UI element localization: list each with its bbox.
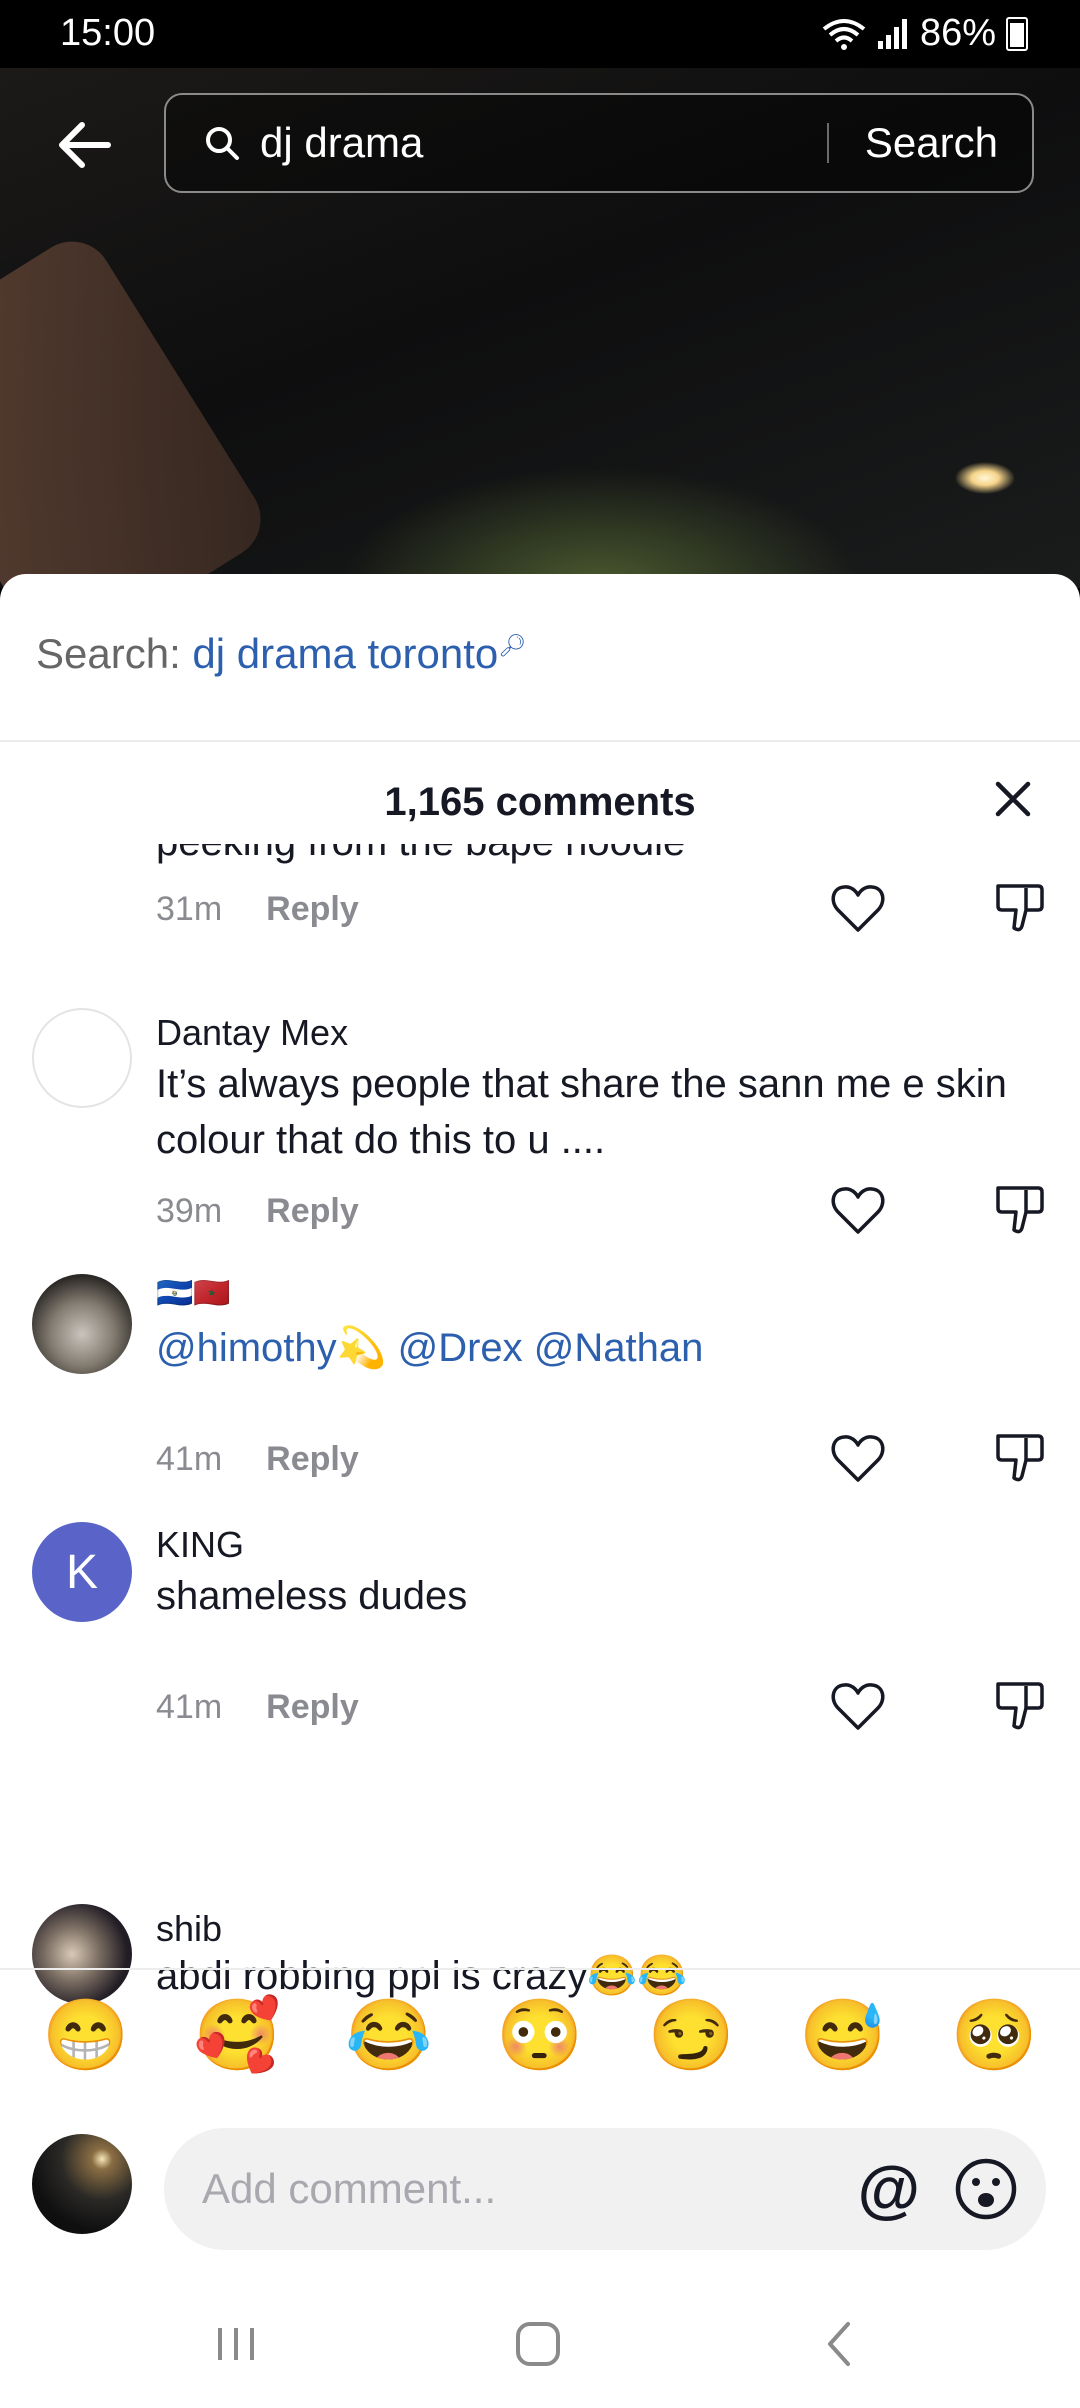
emoji-picker-icon[interactable] xyxy=(954,2157,1018,2221)
comment-text-partial: peeking from the bape hoodie xyxy=(156,844,685,865)
dislike-icon[interactable] xyxy=(992,1678,1046,1732)
search-suggestion-term[interactable]: dj drama toronto xyxy=(192,630,498,677)
status-time: 15:00 xyxy=(60,12,156,54)
comment-username[interactable]: 🇸🇻🇲🇦 xyxy=(156,1276,231,1311)
comment-username[interactable]: KING xyxy=(156,1524,244,1566)
dislike-icon[interactable] xyxy=(992,1430,1046,1484)
mention-at-icon[interactable]: @ xyxy=(858,2152,920,2226)
emoji-grin-button[interactable]: 😁 xyxy=(42,2000,129,2070)
signal-icon xyxy=(877,18,907,49)
emoji-quick-bar: 😁 🥰 😂 😳 😏 😅 🥺 xyxy=(0,1970,1080,2100)
comments-count: 1,165 comments xyxy=(384,780,696,824)
search-icon xyxy=(206,127,239,160)
system-nav-bar xyxy=(0,2270,1080,2408)
emoji-joy-button[interactable]: 😂 xyxy=(345,2000,432,2070)
battery-icon xyxy=(1006,16,1028,51)
comment-composer: Add comment... @ xyxy=(0,2100,1080,2270)
avatar[interactable] xyxy=(32,1008,132,1108)
comment-text: It’s always people that share the sann m… xyxy=(156,1062,1007,1162)
back-nav-icon[interactable] xyxy=(810,2314,870,2374)
divider xyxy=(0,740,1080,742)
status-icons: 86% xyxy=(822,12,1028,55)
avatar[interactable]: K xyxy=(32,1522,132,1622)
emoji-flushed-button[interactable]: 😳 xyxy=(496,2000,583,2070)
like-heart-icon[interactable] xyxy=(830,1680,886,1732)
like-heart-icon[interactable] xyxy=(830,882,886,934)
like-heart-icon[interactable] xyxy=(830,1184,886,1236)
reply-button[interactable]: Reply xyxy=(266,1192,359,1231)
comment-time: 41m xyxy=(156,1688,223,1726)
back-arrow-icon[interactable] xyxy=(50,110,120,180)
emoji-smirk-button[interactable]: 😏 xyxy=(648,2000,735,2070)
search-input[interactable]: dj drama xyxy=(260,119,827,167)
comment-meta: 39m Reply xyxy=(156,1192,359,1231)
like-heart-icon[interactable] xyxy=(830,1432,886,1484)
reply-button[interactable]: Reply xyxy=(266,1688,359,1727)
comment-list[interactable]: peeking from the bape hoodie 31m Reply D… xyxy=(0,844,1080,2004)
reply-button[interactable]: Reply xyxy=(266,1440,359,1479)
recent-apps-icon[interactable] xyxy=(206,2314,266,2374)
wifi-icon xyxy=(822,18,866,50)
comment-meta: 31m Reply xyxy=(156,890,359,929)
search-button[interactable]: Search xyxy=(829,119,1032,167)
home-icon[interactable] xyxy=(508,2314,568,2374)
comment-username[interactable]: shib xyxy=(156,1908,222,1950)
emoji-hearts-button[interactable]: 🥰 xyxy=(194,2000,281,2070)
search-suggestion-prefix: Search: xyxy=(36,630,181,677)
dislike-icon[interactable] xyxy=(992,1182,1046,1236)
comment-text: @himothy💫 @Drex @Nathan xyxy=(156,1320,1016,1376)
comment-username[interactable]: Dantay Mex xyxy=(156,1012,348,1054)
emoji-pleading-button[interactable]: 🥺 xyxy=(951,2000,1038,2070)
mention-link[interactable]: @Nathan xyxy=(534,1326,704,1370)
mention-link[interactable]: @Drex xyxy=(398,1326,523,1370)
status-bar: 15:00 86% xyxy=(0,0,1080,68)
search-bar[interactable]: dj drama Search xyxy=(164,93,1034,193)
close-icon[interactable] xyxy=(984,770,1042,828)
reply-button[interactable]: Reply xyxy=(266,890,359,929)
emoji-sweat-smile-button[interactable]: 😅 xyxy=(799,2000,886,2070)
my-avatar[interactable] xyxy=(32,2134,132,2234)
comment-input-placeholder[interactable]: Add comment... xyxy=(202,2165,858,2213)
avatar[interactable] xyxy=(32,1274,132,1374)
comment-time: 41m xyxy=(156,1440,223,1478)
search-suggestion[interactable]: Search: dj drama toronto🔎︎ xyxy=(36,630,526,678)
comment-time: 31m xyxy=(156,890,223,928)
comment-time: 39m xyxy=(156,1192,223,1230)
battery-percent: 86% xyxy=(919,12,996,54)
mention-link[interactable]: @himothy💫 xyxy=(156,1326,386,1370)
comment-input[interactable]: Add comment... @ xyxy=(164,2128,1046,2250)
dislike-icon[interactable] xyxy=(992,880,1046,934)
comment-text: shameless dudes xyxy=(156,1574,468,1618)
comment-meta: 41m Reply xyxy=(156,1440,359,1479)
comment-meta: 41m Reply xyxy=(156,1688,359,1727)
search-small-icon: 🔎︎ xyxy=(498,633,527,658)
